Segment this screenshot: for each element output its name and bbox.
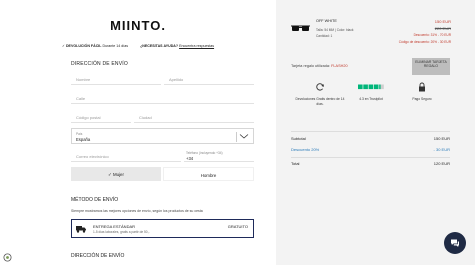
country-value: España: [76, 137, 91, 142]
phone-value: +34: [186, 156, 194, 161]
check-icon: ✓: [108, 171, 112, 177]
phone-label: Teléfono (incluyendo +34): [186, 151, 223, 155]
shipping-option-name: ENTREGA ESTÁNDAR: [93, 223, 136, 229]
gender-option-mujer[interactable]: ✓ Mujer: [71, 167, 161, 181]
help-bold: ¿NECESITAS AYUDA?: [140, 44, 179, 48]
truck-icon: [76, 226, 86, 233]
email-field[interactable]: Correo electrónico: [71, 150, 181, 162]
sunglasses-image: [291, 25, 310, 31]
gender-option-hombre[interactable]: Hombre: [163, 167, 254, 181]
gender-option-label: Hombre: [200, 172, 217, 178]
shipping-address-title: DIRECCIÓN DE ENVÍO: [71, 61, 128, 67]
product-old-price: 220 EUR: [434, 26, 451, 31]
returns-bold: DEVOLUCIÓN FÁCIL: [65, 44, 102, 48]
shipping-option-price: GRATUITO: [227, 223, 248, 229]
feature-secure-payment: Pago Seguro: [397, 82, 447, 102]
feature-returns: Devoluciones Gratis dentro de 14 días.: [295, 82, 345, 106]
chevron-down-icon: [239, 134, 249, 139]
product-price: 150 EUR: [434, 19, 451, 24]
shipping-address-title-2: DIRECCIÓN DE ENVÍO: [71, 253, 125, 259]
returns-text: Durante 14 días: [102, 44, 129, 48]
summary-divider: [291, 157, 450, 158]
total-label: Total: [291, 161, 300, 166]
shipping-option-desc: 1-5 días laborales, gratis a partir de 5…: [93, 230, 150, 234]
feature-trustpilot: 4.3 en Trustpilot: [346, 82, 396, 102]
gift-card-label: Tarjeta regalo utilizada:: [291, 64, 331, 68]
chat-button[interactable]: [444, 232, 466, 254]
select-separator: [236, 132, 237, 142]
feature-returns-text: Devoluciones Gratis dentro de 14 días.: [295, 97, 345, 106]
shipping-method-subtitle: Siempre mostramos las mejores opciones d…: [71, 209, 203, 213]
top-info-bar: ✓ DEVOLUCIÓN FÁCIL Durante 14 días ¿NECE…: [0, 44, 276, 48]
product-qty: Cantidad: 1: [316, 34, 333, 38]
subtotal-value: 150 EUR: [433, 136, 450, 141]
gender-option-label: Mujer: [112, 171, 124, 177]
discount-value: - 30 EUR: [433, 147, 450, 152]
city-field[interactable]: Ciudad: [134, 111, 254, 123]
shipping-method-title: MÉTODO DE ENVÍO: [71, 197, 119, 203]
gift-card-code: FLASH20: [331, 64, 348, 68]
feature-trustpilot-text: 4.3 en Trustpilot: [359, 97, 383, 101]
remove-gift-card-button[interactable]: ELIMINAR TARJETA REGALO: [412, 58, 450, 75]
product-brand: OFF WHITE: [316, 19, 337, 23]
help-link[interactable]: Encuentra respuestas: [179, 44, 214, 48]
total-value: 120 EUR: [433, 161, 450, 166]
product-size: Talla: 54 MM: [316, 28, 335, 32]
first-name-field[interactable]: Nombre: [71, 73, 161, 85]
summary-divider: [291, 131, 450, 132]
product-discount-code: Código de descuento: 20% - 30 EUR: [398, 40, 451, 44]
discount-label: Descuento 20%: [291, 147, 320, 152]
stars-icon: [358, 84, 384, 90]
product-color: Color: black: [336, 28, 354, 32]
subtotal-label: Subtotal: [291, 136, 306, 141]
country-label: País: [76, 131, 83, 136]
street-field[interactable]: Calle: [71, 92, 254, 104]
shipping-option-standard[interactable]: ENTREGA ESTÁNDAR 1-5 días laborales, gra…: [71, 219, 254, 238]
product-discount: Descuento: 31% - 70 EUR: [413, 33, 451, 37]
gift-card-text: Tarjeta regalo utilizada: FLASH20: [291, 64, 348, 68]
chat-icon: [451, 239, 459, 247]
site-logo[interactable]: MIINTO.: [0, 18, 276, 33]
country-select[interactable]: País España: [71, 128, 254, 144]
recycle-icon[interactable]: [3, 253, 12, 262]
lock-icon: [419, 82, 425, 92]
postal-code-field[interactable]: Código postal: [71, 111, 131, 123]
product-meta: Talla: 54 MM | Color: black: [316, 28, 354, 32]
feature-secure-text: Pago Seguro: [412, 97, 432, 101]
check-icon: ✓: [61, 44, 65, 48]
last-name-field[interactable]: Apellido: [164, 73, 254, 85]
refresh-icon: [316, 83, 324, 91]
